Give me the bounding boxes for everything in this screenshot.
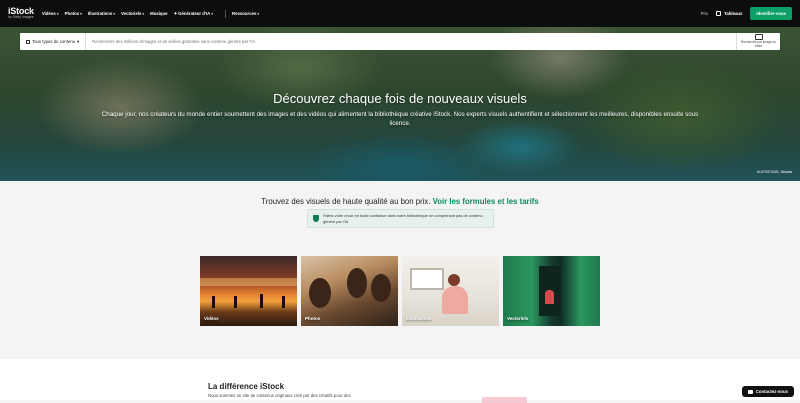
pricing-link[interactable]: Prix	[701, 11, 708, 16]
chevron-down-icon: ▾	[56, 11, 59, 16]
giraffe-silhouette	[260, 294, 263, 308]
istock-logo[interactable]: iStock by Getty Images	[8, 7, 34, 20]
nav-item-label: Générateur d'IA	[178, 11, 211, 16]
nav-item-illustrations[interactable]: Illustrations ▾	[88, 11, 115, 16]
category-tile-vectors[interactable]: Vectoriels	[503, 256, 600, 326]
giraffe-silhouette	[282, 296, 285, 308]
logo-subtext: by Getty Images	[8, 15, 34, 20]
pricing-text: Trouvez des visuels de haute qualité au …	[261, 197, 431, 206]
difference-image	[482, 397, 527, 403]
chevron-down-icon: ▾	[80, 11, 82, 16]
chevron-down-icon: ▾	[142, 11, 145, 16]
giraffe-silhouette	[212, 296, 215, 308]
difference-section: La différence iStock Nous sommes un site…	[0, 359, 800, 403]
nav-item-vectors[interactable]: Vectoriels ▾	[121, 11, 144, 16]
difference-title: La différence iStock	[208, 382, 285, 391]
hero-title: Découvrez chaque fois de nouveaux visuel…	[273, 91, 527, 106]
nav-item-label: Illustrations	[87, 11, 113, 16]
category-tile-videos[interactable]: Vidéos	[200, 256, 297, 326]
person-figure	[347, 268, 367, 298]
nav-item-ai-generator[interactable]: ✦ Générateur d'IA ▾	[174, 11, 213, 17]
difference-text: Nous sommes un site de contenus originau…	[208, 393, 351, 398]
sparkle-icon: ✦	[173, 10, 178, 16]
top-navigation: iStock by Getty Images Vidéos ▾ Photos ▾…	[0, 0, 800, 27]
pricing-line: Trouvez des visuels de haute qualité au …	[0, 197, 800, 206]
contact-chat-button[interactable]: Contactez-nous	[741, 386, 794, 397]
tile-label: Photos	[305, 316, 321, 321]
grid-icon	[26, 39, 30, 44]
person-figure	[371, 274, 391, 302]
nav-item-music[interactable]: Musique	[150, 11, 167, 16]
category-tile-photos[interactable]: Photos	[301, 256, 398, 326]
tile-label: Illustrations	[406, 316, 432, 321]
giraffe-silhouette	[234, 296, 237, 308]
person-figure	[442, 286, 468, 314]
nav-item-label: Vidéos	[41, 11, 56, 16]
image-credit[interactable]: #1470373181, Nikada	[757, 170, 792, 174]
signin-button[interactable]: Identifier-vous	[750, 7, 792, 20]
ai-free-notice: Faites votre choix en toute confiance da…	[307, 209, 494, 228]
person-figure	[545, 290, 554, 304]
nav-item-photos[interactable]: Photos ▾	[65, 11, 82, 16]
pricing-plans-link[interactable]: Voir les formules et les tarifs	[433, 197, 539, 206]
pricing-section: Trouvez des visuels de haute qualité au …	[0, 181, 800, 359]
chat-icon	[747, 389, 753, 394]
search-bar: Tous types de contenu ▾ Recherche par im…	[20, 33, 780, 50]
boards-label: Tableaux	[724, 11, 743, 16]
category-tile-illustrations[interactable]: Illustrations	[402, 256, 499, 326]
board-icon	[716, 11, 722, 16]
nav-right-group: Prix Tableaux Identifier-vous	[701, 7, 792, 20]
hero-subtitle: Chaque jour, nos créateurs du monde enti…	[101, 111, 699, 127]
boards-link[interactable]: Tableaux	[716, 11, 742, 16]
image-search-label: Recherche par image ou vidéo	[741, 40, 776, 48]
chevron-down-icon: ▾	[77, 38, 80, 44]
ai-notice-text: Faites votre choix en toute confiance da…	[323, 212, 483, 224]
content-type-select[interactable]: Tous types de contenu ▾	[20, 33, 87, 50]
chevron-down-icon: ▾	[113, 11, 116, 16]
person-figure	[309, 278, 331, 308]
nav-item-label: Vectoriels	[121, 11, 142, 16]
nav-item-label: Photos	[64, 11, 80, 16]
nav-item-resources[interactable]: Ressources ▾	[232, 11, 259, 16]
person-head	[448, 274, 460, 286]
computer-screen	[410, 268, 444, 290]
chevron-down-icon: ▾	[257, 11, 260, 16]
content-type-label: Tous types de contenu	[32, 39, 75, 44]
tile-label: Vectoriels	[507, 316, 529, 321]
nav-item-label: Musique	[150, 11, 168, 16]
tile-label: Vidéos	[204, 316, 219, 321]
nav-item-videos[interactable]: Vidéos ▾	[42, 11, 59, 16]
chat-label: Contactez-nous	[755, 389, 788, 394]
shield-icon	[313, 215, 319, 222]
nav-item-label: Ressources	[232, 11, 257, 16]
chevron-down-icon: ▾	[211, 11, 214, 16]
search-input[interactable]	[86, 39, 736, 44]
nav-divider	[225, 9, 227, 18]
hero-banner: Tous types de contenu ▾ Recherche par im…	[0, 27, 800, 181]
sunset-band	[200, 278, 297, 286]
image-search-button[interactable]: Recherche par image ou vidéo	[736, 33, 780, 50]
